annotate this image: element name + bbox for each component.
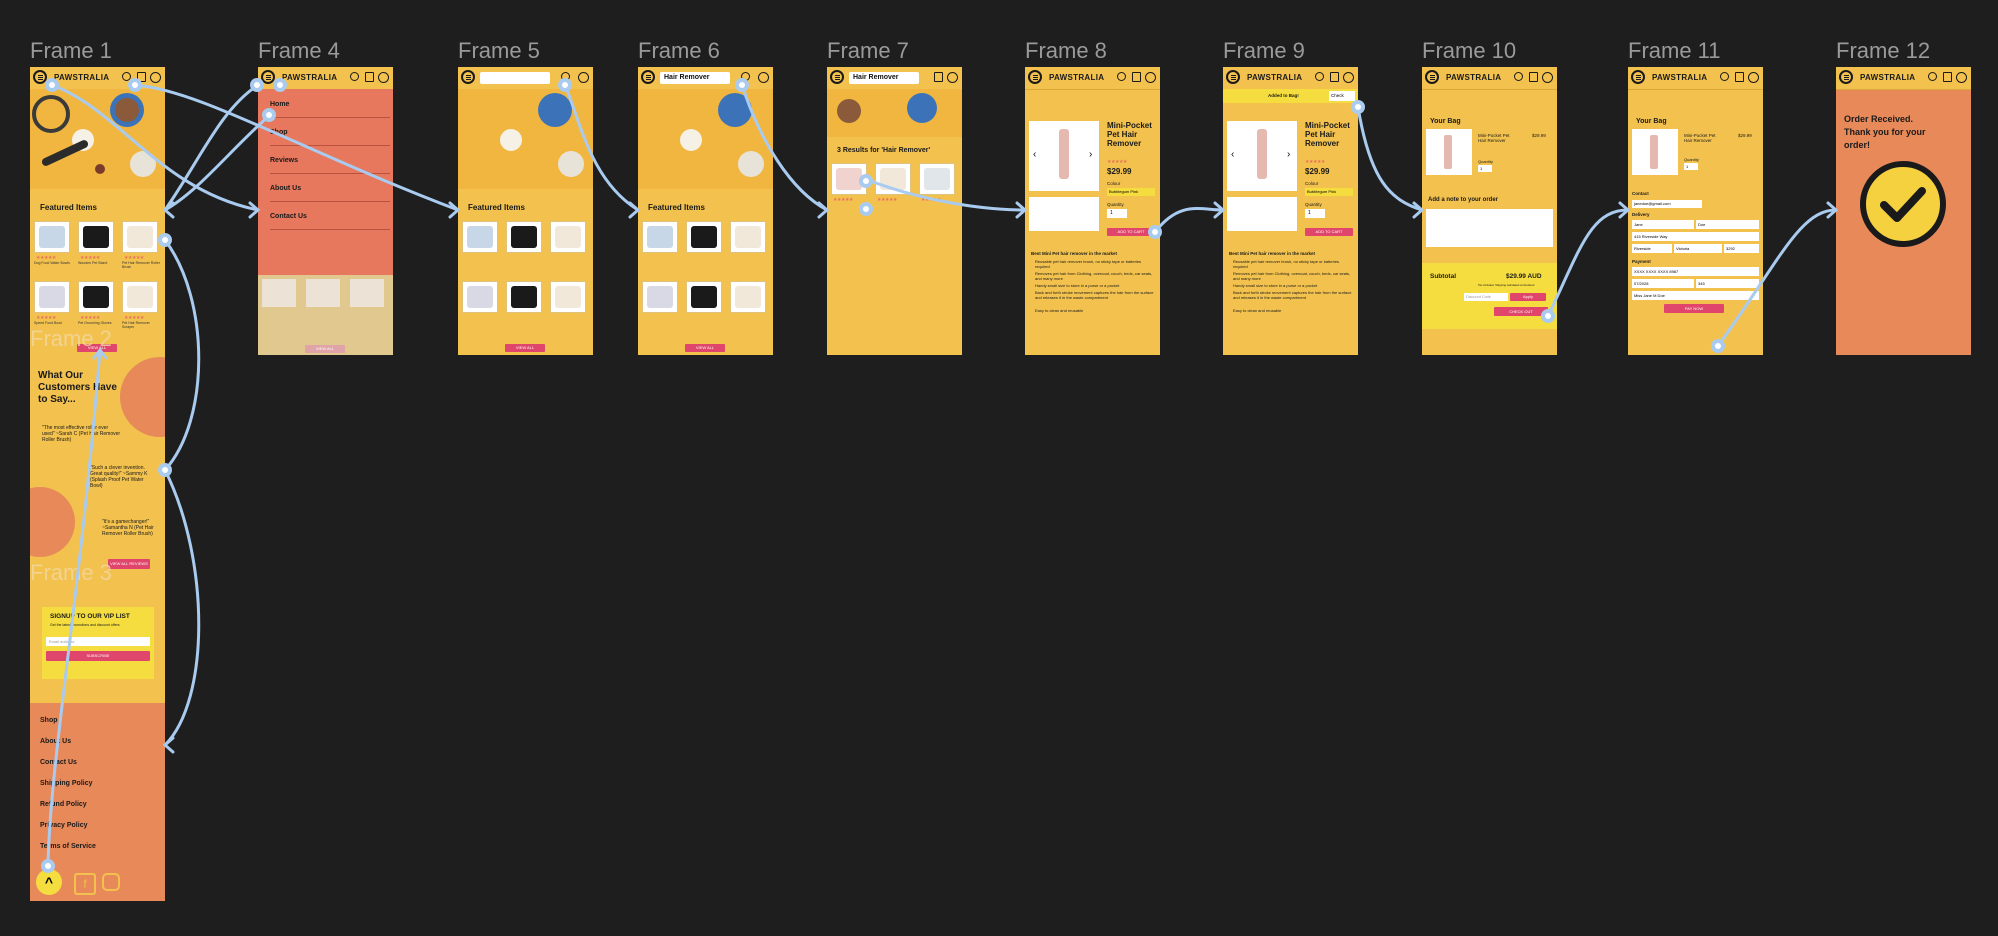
hotspot (41, 859, 55, 873)
hotspot (1148, 225, 1162, 239)
hotspot (158, 463, 172, 477)
hotspot (1351, 100, 1365, 114)
hotspot (128, 78, 142, 92)
hotspot (859, 202, 873, 216)
hotspot (250, 78, 264, 92)
hotspot (1541, 309, 1555, 323)
hotspot (558, 78, 572, 92)
prototype-links (46, 83, 1839, 867)
hotspot (859, 174, 873, 188)
hotspot (273, 78, 287, 92)
hotspot (735, 78, 749, 92)
hotspot (1711, 339, 1725, 353)
hotspot (158, 233, 172, 247)
hotspot (45, 78, 59, 92)
hotspot (262, 108, 276, 122)
